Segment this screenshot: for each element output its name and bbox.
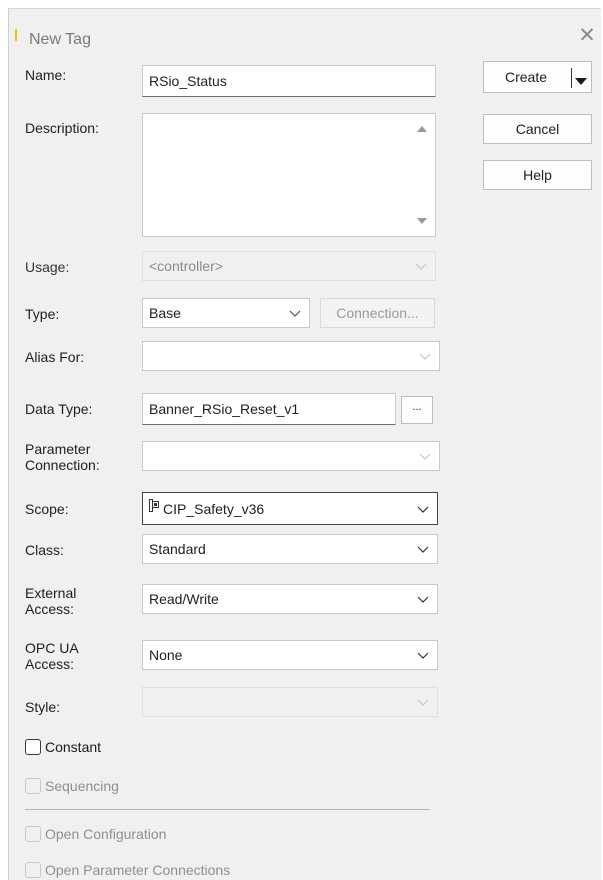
- dropdown-arrow-icon[interactable]: [575, 73, 587, 89]
- type-select[interactable]: Base: [142, 298, 310, 328]
- opc-ua-access-label: OPC UA Access:: [25, 640, 79, 672]
- chevron-down-icon: [289, 308, 301, 318]
- name-value: RSio_Status: [149, 73, 227, 89]
- connection-button[interactable]: Connection...: [320, 298, 435, 328]
- usage-select[interactable]: <controller>: [142, 251, 436, 281]
- chevron-down-icon: [419, 351, 431, 361]
- controller-icon: [149, 498, 160, 515]
- description-label: Description:: [25, 120, 99, 136]
- opc-ua-access-label-line2: Access:: [25, 656, 75, 672]
- constant-checkbox[interactable]: [25, 739, 41, 755]
- style-label: Style:: [25, 699, 61, 715]
- help-button[interactable]: Help: [483, 160, 592, 190]
- data-type-label: Data Type:: [25, 401, 93, 417]
- scope-select[interactable]: CIP_Safety_v36: [142, 492, 438, 525]
- scroll-up-icon[interactable]: [417, 126, 427, 132]
- usage-label: Usage:: [25, 259, 70, 275]
- chevron-down-icon: [419, 451, 431, 461]
- chevron-down-icon: [417, 504, 429, 514]
- external-access-select[interactable]: Read/Write: [142, 584, 438, 614]
- parameter-connection-label-line2: Connection:: [25, 457, 100, 473]
- name-input[interactable]: RSio_Status: [142, 65, 436, 97]
- create-split-button[interactable]: Create: [483, 61, 592, 93]
- open-parameter-connections-label: Open Parameter Connections: [45, 862, 231, 878]
- chevron-down-icon: [415, 261, 427, 271]
- open-parameter-connections-checkbox[interactable]: [25, 862, 41, 878]
- parameter-connection-label: Parameter Connection:: [25, 441, 100, 473]
- opc-ua-access-label-line1: OPC UA: [25, 640, 79, 656]
- alias-for-select[interactable]: [142, 341, 440, 371]
- external-access-value: Read/Write: [149, 591, 219, 607]
- scope-value: CIP_Safety_v36: [163, 500, 265, 517]
- constant-checkbox-row[interactable]: Constant: [25, 739, 101, 755]
- style-select[interactable]: [142, 687, 438, 717]
- external-access-label: External Access:: [25, 585, 76, 617]
- class-label: Class:: [25, 542, 64, 558]
- chevron-down-icon: [417, 697, 429, 707]
- description-textarea[interactable]: [142, 113, 436, 237]
- type-value: Base: [149, 305, 181, 321]
- open-configuration-checkbox-row[interactable]: Open Configuration: [25, 826, 166, 842]
- scope-label: Scope:: [25, 501, 69, 517]
- open-parameter-connections-checkbox-row[interactable]: Open Parameter Connections: [25, 862, 230, 878]
- alias-for-label: Alias For:: [25, 349, 85, 365]
- chevron-down-icon: [417, 544, 429, 554]
- class-value: Standard: [149, 541, 206, 557]
- usage-value: <controller>: [149, 258, 223, 274]
- data-type-input[interactable]: Banner_RSio_Reset_v1: [142, 393, 396, 425]
- scroll-down-icon[interactable]: [417, 218, 427, 224]
- create-separator: [571, 68, 572, 88]
- divider: [25, 809, 430, 810]
- constant-label: Constant: [45, 739, 102, 755]
- sequencing-checkbox[interactable]: [25, 778, 41, 794]
- opc-ua-access-select[interactable]: None: [142, 640, 438, 670]
- sequencing-label: Sequencing: [45, 778, 119, 794]
- dialog-title: New Tag: [29, 31, 91, 48]
- data-type-value: Banner_RSio_Reset_v1: [149, 401, 300, 417]
- sequencing-checkbox-row[interactable]: Sequencing: [25, 778, 119, 794]
- external-access-label-line2: Access:: [25, 601, 75, 617]
- open-configuration-label: Open Configuration: [45, 826, 167, 842]
- close-icon[interactable]: ✕: [577, 25, 597, 49]
- external-access-label-line1: External: [25, 585, 77, 601]
- data-type-browse-button[interactable]: ...: [401, 396, 433, 424]
- create-button-label[interactable]: Create: [484, 69, 568, 85]
- name-label: Name:: [25, 67, 67, 83]
- cancel-button[interactable]: Cancel: [483, 114, 592, 144]
- parameter-connection-label-line1: Parameter: [25, 441, 91, 457]
- type-label: Type:: [25, 306, 60, 322]
- open-configuration-checkbox[interactable]: [25, 826, 41, 842]
- class-select[interactable]: Standard: [142, 534, 438, 564]
- window-accent-bar: [15, 29, 17, 41]
- chevron-down-icon: [417, 594, 429, 604]
- parameter-connection-select[interactable]: [142, 441, 440, 471]
- chevron-down-icon: [417, 650, 429, 660]
- opc-ua-access-value: None: [149, 647, 183, 663]
